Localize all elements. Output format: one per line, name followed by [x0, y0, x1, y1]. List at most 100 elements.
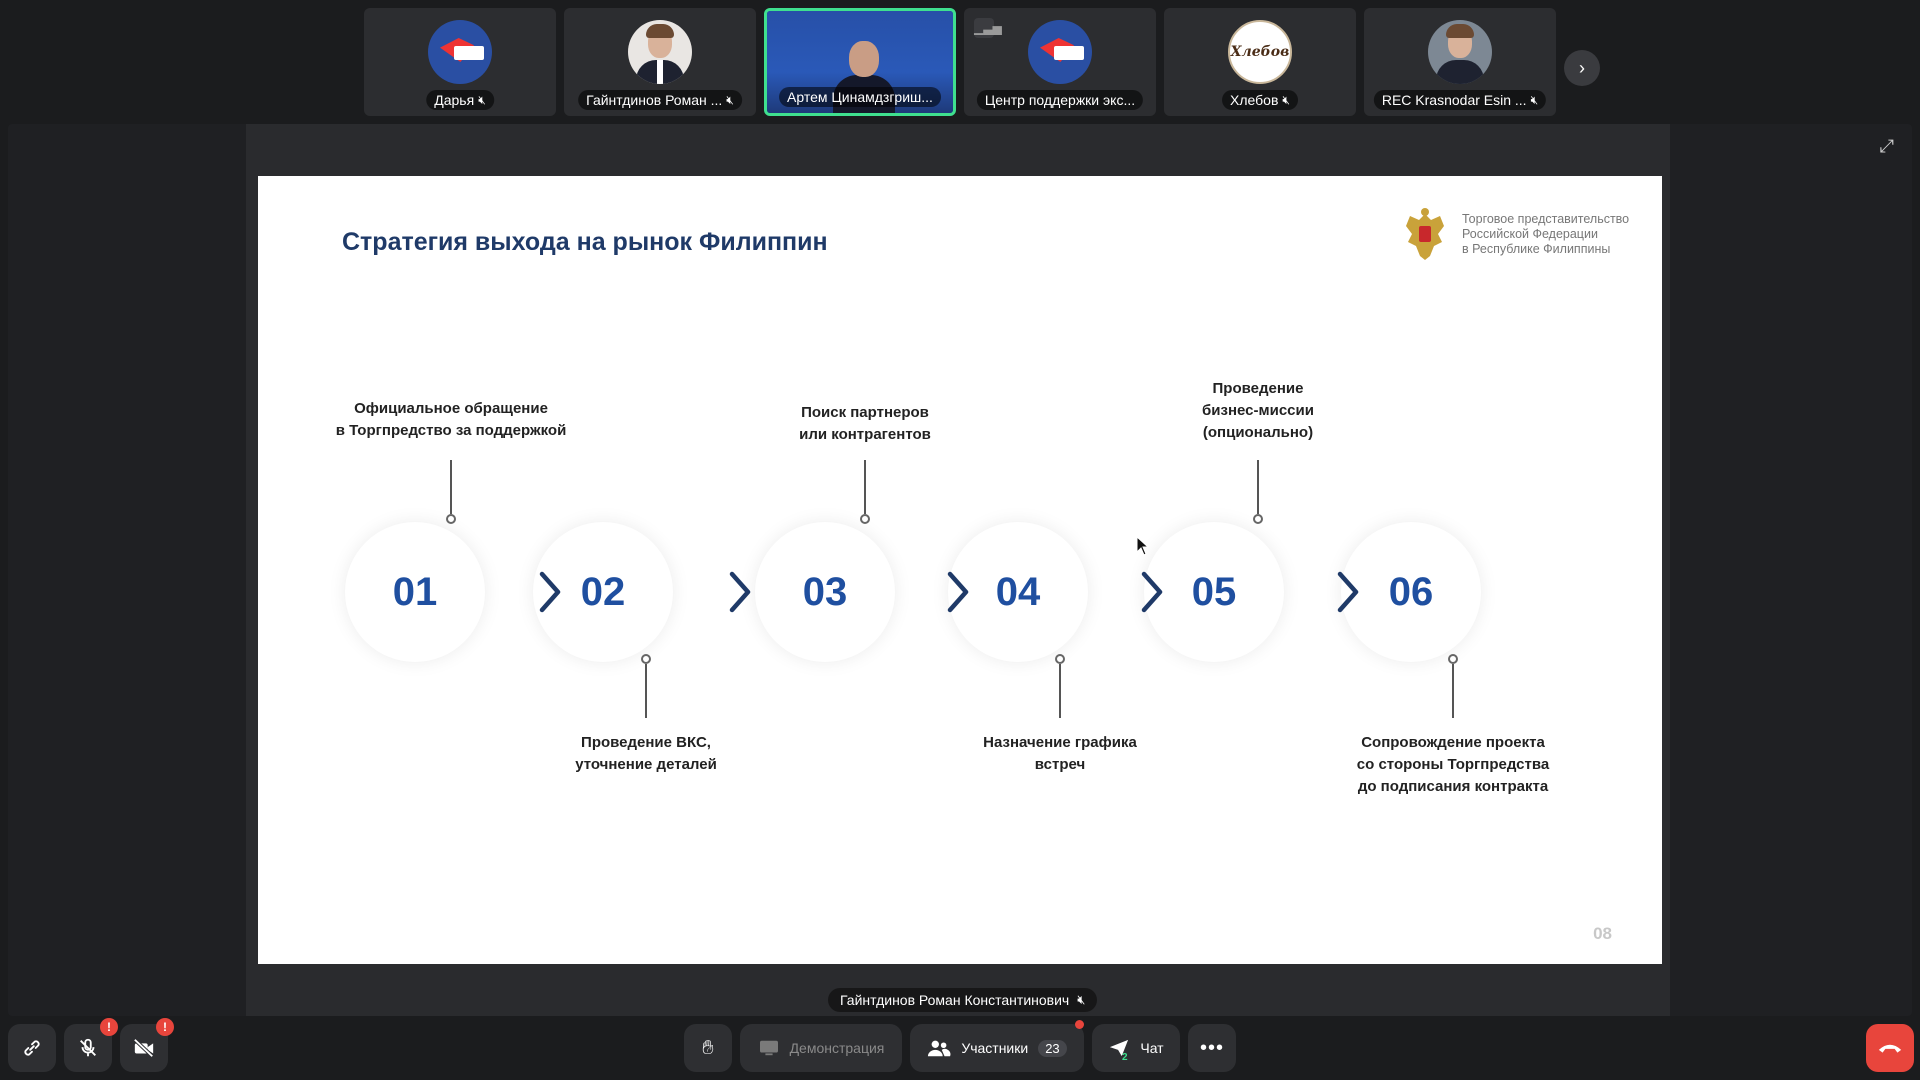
- chevron-right-icon: [729, 571, 751, 613]
- people-icon: [928, 1040, 951, 1057]
- chevron-right-icon: [1337, 571, 1359, 613]
- step-number-01: 01: [345, 522, 485, 662]
- step-label-01: Официальное обращение в Торгпредство за …: [311, 398, 591, 442]
- avatar: [1028, 20, 1092, 84]
- chat-button[interactable]: Чат 2: [1092, 1024, 1180, 1072]
- step-label-05: Проведение бизнес-миссии (опционально): [1118, 378, 1398, 444]
- avatar: [1428, 20, 1492, 84]
- connector-dot: [1253, 514, 1263, 524]
- russian-emblem-icon: [1406, 208, 1444, 260]
- presentation-slide: Стратегия выхода на рынок Филиппин Торго…: [258, 176, 1662, 964]
- participant-name-pill: REC Krasnodar Esin ... 🔇︎: [1373, 90, 1547, 110]
- avatar: [628, 20, 692, 84]
- participant-tile-khlebov[interactable]: Хлебов Хлебов 🔇︎: [1164, 8, 1356, 116]
- participant-name-pill: Дарья 🔇︎: [426, 90, 494, 110]
- mic-off-icon: 🔇︎: [1530, 92, 1539, 107]
- connector-dot: [1448, 654, 1458, 664]
- step-label-line: Официальное обращение: [354, 400, 548, 417]
- mic-warning-badge: !: [100, 1018, 118, 1036]
- connector-line: [1452, 664, 1454, 718]
- participant-name: Гайнтдинов Роман ...: [586, 92, 723, 108]
- strip-next-button[interactable]: ›: [1564, 50, 1600, 86]
- connector-dot: [446, 514, 456, 524]
- participants-count: 23: [1038, 1039, 1067, 1057]
- hang-up-icon: [1878, 1044, 1902, 1053]
- step-label-line: бизнес-миссии: [1202, 402, 1314, 419]
- camera-toggle-button[interactable]: !: [120, 1018, 174, 1072]
- camera-off-icon: [133, 1038, 154, 1058]
- org-text: Торговое представительство Российской Фе…: [1462, 212, 1629, 257]
- participant-tile-rec-krasnodar[interactable]: REC Krasnodar Esin ... 🔇︎: [1364, 8, 1556, 116]
- active-speaker-name: Гайнтдинов Роман Константинович: [840, 992, 1070, 1008]
- mic-off-icon: 🔇︎: [1282, 92, 1290, 107]
- mic-off-icon: [80, 1038, 96, 1057]
- participant-name: Хлебов: [1230, 92, 1279, 108]
- step-label-line: уточнение деталей: [575, 756, 717, 773]
- step-label-line: со стороны Торгпредства: [1356, 756, 1550, 773]
- more-options-button[interactable]: •••: [1188, 1024, 1236, 1072]
- mic-off-icon: 🔇︎: [726, 92, 734, 107]
- step-label-line: до подписания контракта: [1357, 778, 1549, 795]
- slide-title: Стратегия выхода на рынок Филиппин: [342, 228, 828, 256]
- org-line: Российской Федерации: [1462, 227, 1598, 241]
- participant-strip: Дарья 🔇︎ Гайнтдинов Роман ... 🔇︎ Артем Ц…: [364, 8, 1556, 116]
- step-label-02: Проведение ВКС, уточнение деталей: [506, 732, 786, 776]
- participant-name: Центр поддержки экс...: [984, 92, 1136, 108]
- mouse-cursor-icon: [1136, 536, 1150, 556]
- participant-name-pill: Гайнтдинов Роман ... 🔇︎: [578, 90, 742, 110]
- connector-line: [864, 460, 866, 514]
- mic-off-icon: 🔇︎: [478, 92, 486, 107]
- step-label-line: Поиск партнеров: [801, 404, 929, 421]
- step-label-04: Назначение графика встреч: [920, 732, 1200, 776]
- chevron-right-icon: [539, 571, 561, 613]
- chat-unread-count: 2: [1122, 1052, 1128, 1063]
- avatar: [428, 20, 492, 84]
- participant-tile-gayntdinov[interactable]: Гайнтдинов Роман ... 🔇︎: [564, 8, 756, 116]
- step-label-line: Назначение графика: [983, 734, 1137, 751]
- participant-tile-center[interactable]: ▁▃▅ Центр поддержки экс...: [964, 8, 1156, 116]
- participant-name-pill: Хлебов 🔇︎: [1222, 90, 1298, 110]
- fullscreen-icon[interactable]: ⤢: [1880, 136, 1894, 157]
- signal-icon: ▁▃▅: [974, 18, 1002, 38]
- screen-share-icon: [759, 1040, 778, 1056]
- connector-line: [1257, 460, 1259, 514]
- screen-share-button[interactable]: Демонстрация: [740, 1024, 902, 1072]
- step-label-line: (опционально): [1202, 424, 1314, 441]
- connector-line: [645, 664, 647, 718]
- participant-name: Артем Цинамдзгриш...: [787, 89, 933, 105]
- participant-name: Дарья: [434, 92, 475, 108]
- screen-share-label: Демонстрация: [789, 1040, 885, 1056]
- participant-tile-darya[interactable]: Дарья 🔇︎: [364, 8, 556, 116]
- step-number-06: 06: [1341, 522, 1481, 662]
- step-label-line: Проведение: [1212, 380, 1304, 397]
- participant-name-pill: Артем Цинамдзгриш...: [779, 87, 941, 107]
- step-label-line: Сопровождение проекта: [1361, 734, 1545, 751]
- mic-off-icon: 🔇︎: [1077, 992, 1086, 1007]
- avatar: Хлебов: [1228, 20, 1292, 84]
- connector-dot: [1055, 654, 1065, 664]
- step-label-line: или контрагентов: [799, 426, 931, 443]
- step-label-line: в Торгпредство за поддержкой: [335, 422, 567, 439]
- raise-hand-icon: ✋︎: [702, 1036, 714, 1059]
- leave-call-button[interactable]: [1866, 1024, 1914, 1072]
- more-dots-icon: •••: [1199, 1036, 1224, 1059]
- step-label-line: встреч: [1034, 756, 1086, 773]
- connector-dot: [641, 654, 651, 664]
- participants-label: Участники: [961, 1040, 1029, 1056]
- participant-name-pill: Центр поддержки экс...: [976, 90, 1144, 110]
- step-number-03: 03: [755, 522, 895, 662]
- step-label-06: Сопровождение проекта со стороны Торгпре…: [1313, 732, 1593, 798]
- notification-dot: [1075, 1020, 1084, 1029]
- bread-logo-text: Хлебов: [1230, 44, 1290, 60]
- chat-label: Чат: [1140, 1040, 1164, 1056]
- copy-link-button[interactable]: [8, 1024, 56, 1072]
- participant-tile-artem-active[interactable]: Артем Цинамдзгриш...: [764, 8, 956, 116]
- connector-line: [450, 460, 452, 514]
- participants-button[interactable]: Участники 23: [910, 1020, 1084, 1072]
- raise-hand-button[interactable]: ✋︎: [684, 1024, 732, 1072]
- step-label-03: Поиск партнеров или контрагентов: [725, 402, 1005, 446]
- org-line: в Республике Филиппины: [1462, 242, 1611, 256]
- connector-line: [1059, 664, 1061, 718]
- participant-name: REC Krasnodar Esin ...: [1381, 92, 1527, 108]
- microphone-toggle-button[interactable]: !: [64, 1018, 118, 1072]
